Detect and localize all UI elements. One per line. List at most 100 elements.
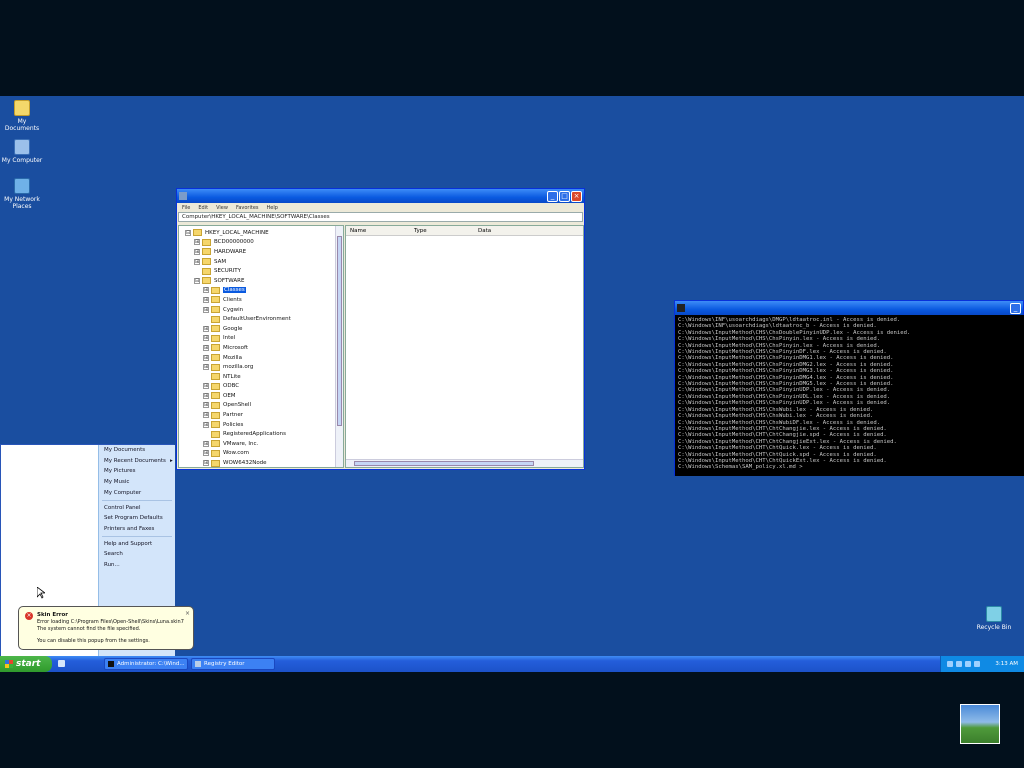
column-type[interactable]: Type <box>410 228 474 234</box>
balloon-line-2: The system cannot find the file specifie… <box>37 626 141 632</box>
taskbar-task-console[interactable]: Administrator: C:\Wind... <box>104 658 188 670</box>
tray-icon[interactable] <box>974 661 981 667</box>
tree-node[interactable]: ⊞ OEM <box>179 391 343 401</box>
quick-launch-icon[interactable] <box>58 660 65 667</box>
tree-expander-icon[interactable]: ⊞ <box>203 296 209 303</box>
desktop-icon-my-documents[interactable]: My Documents <box>0 100 44 132</box>
desktop-icon-my-computer[interactable]: My Computer <box>0 139 44 164</box>
start-item-recent-documents[interactable]: My Recent Documents ▸ <box>104 458 173 464</box>
tree-expander-icon[interactable]: ⊞ <box>194 258 200 265</box>
tree-node[interactable]: ⊞ Cygwin <box>179 305 343 315</box>
tree-node[interactable]: ⊞ BCD00000000 <box>179 238 343 248</box>
list-hscrollbar-thumb[interactable] <box>354 461 534 466</box>
start-item-control-panel[interactable]: Control Panel <box>104 505 140 511</box>
console-titlebar[interactable]: _ <box>675 301 1023 315</box>
start-button[interactable]: start <box>0 656 52 672</box>
tree-node[interactable]: ⊟ HKEY_LOCAL_MACHINE <box>179 228 343 238</box>
start-item-my-computer[interactable]: My Computer <box>104 490 141 496</box>
tree-node[interactable]: ⊞ Clients <box>179 295 343 305</box>
tree-expander-icon[interactable]: ⊞ <box>203 364 209 371</box>
balloon-close-icon[interactable]: × <box>185 610 190 617</box>
desktop-icon-network-places[interactable]: My Network Places <box>0 178 44 210</box>
tree-scrollbar[interactable] <box>335 226 343 467</box>
taskbar-task-regedit[interactable]: Registry Editor <box>191 658 275 670</box>
start-item-program-defaults[interactable]: Set Program Defaults <box>104 515 163 521</box>
tree-expander-icon[interactable]: ⊞ <box>203 392 209 399</box>
minimize-button[interactable]: _ <box>1010 302 1021 314</box>
list-hscrollbar[interactable] <box>346 459 583 467</box>
menu-edit[interactable]: Edit <box>198 205 208 211</box>
address-bar[interactable]: Computer\HKEY_LOCAL_MACHINE\SOFTWARE\Cla… <box>178 212 583 222</box>
tree-expander-icon[interactable]: ⊞ <box>203 450 209 457</box>
console-output[interactable]: C:\Windows\INF\usoarchdiags\DMGP\ldtaatr… <box>675 315 1024 476</box>
tray-icon[interactable] <box>947 661 954 667</box>
tree-expander-icon[interactable]: ⊞ <box>194 239 200 246</box>
tree-expander-icon[interactable]: ⊞ <box>203 402 209 409</box>
desktop-icon-recycle-bin[interactable]: Recycle Bin <box>972 606 1016 631</box>
tree-node[interactable]: ⊞ Classes <box>179 286 343 296</box>
tree-expander-icon[interactable]: ⊞ <box>203 412 209 419</box>
tree-expander-icon[interactable]: ⊞ <box>203 354 209 361</box>
column-data[interactable]: Data <box>474 228 574 234</box>
tree-scrollbar-thumb[interactable] <box>337 236 342 426</box>
menu-favorites[interactable]: Favorites <box>236 205 259 211</box>
column-name[interactable]: Name <box>346 228 410 234</box>
tree-expander-icon[interactable]: ⊞ <box>194 248 200 255</box>
tree-expander-icon[interactable]: ⊞ <box>203 460 209 467</box>
maximize-button[interactable]: □ <box>559 190 570 202</box>
tree-node[interactable]: DefaultUserEnvironment <box>179 314 343 324</box>
start-item-my-documents[interactable]: My Documents <box>104 447 145 453</box>
tree-node[interactable]: NTLite <box>179 372 343 382</box>
tree-expander-icon[interactable]: ⊞ <box>203 325 209 332</box>
start-item-search[interactable]: Search <box>104 551 123 557</box>
tree-node-label: Wow.com <box>223 450 249 457</box>
tree-node[interactable]: SECURITY <box>179 266 343 276</box>
tree-node[interactable]: ⊞ OpenShell <box>179 401 343 411</box>
registry-editor-window[interactable]: _ □ × File Edit View Favorites Help Comp… <box>176 188 585 470</box>
tree-node[interactable]: ⊞ VMware, Inc. <box>179 439 343 449</box>
start-item-run[interactable]: Run... <box>104 562 120 568</box>
tree-node[interactable]: ⊟ SOFTWARE <box>179 276 343 286</box>
tray-icon[interactable] <box>965 661 972 667</box>
minimize-button[interactable]: _ <box>547 190 558 202</box>
start-item-printers[interactable]: Printers and Faxes <box>104 526 154 532</box>
tree-expander-icon[interactable]: ⊞ <box>203 306 209 313</box>
menu-view[interactable]: View <box>216 205 228 211</box>
tree-expander-icon[interactable]: ⊞ <box>203 344 209 351</box>
tree-node[interactable]: ⊞ Partner <box>179 410 343 420</box>
tree-node[interactable]: ⊞ Microsoft <box>179 343 343 353</box>
close-button[interactable]: × <box>571 190 582 202</box>
start-item-my-music[interactable]: My Music <box>104 479 129 485</box>
tree-node[interactable]: ⊞ WOW6432Node <box>179 458 343 467</box>
tree-node[interactable]: ⊞ SAM <box>179 257 343 267</box>
tree-expander-icon[interactable]: ⊞ <box>203 440 209 447</box>
tree-expander-icon[interactable]: ⊞ <box>203 383 209 390</box>
tree-node[interactable]: RegisteredApplications <box>179 429 343 439</box>
start-item-my-pictures[interactable]: My Pictures <box>104 468 136 474</box>
start-item-help[interactable]: Help and Support <box>104 541 152 547</box>
desktop-icon-label: My Documents <box>4 118 40 132</box>
registry-tree[interactable]: ⊟ HKEY_LOCAL_MACHINE ⊞ BCD00000000 ⊞ HARDWARE… <box>178 225 344 468</box>
tree-node[interactable]: ⊞ Wow.com <box>179 449 343 459</box>
tree-node[interactable]: ⊞ ODBC <box>179 382 343 392</box>
tree-node[interactable]: ⊞ Google <box>179 324 343 334</box>
clock[interactable]: 3:13 AM <box>995 661 1018 667</box>
tree-expander-icon[interactable]: ⊟ <box>185 229 191 236</box>
tree-node[interactable]: ⊞ Policies <box>179 420 343 430</box>
tree-expander-icon[interactable]: ⊟ <box>194 277 200 284</box>
tree-node[interactable]: ⊞ Mozilla <box>179 353 343 363</box>
registry-editor-titlebar[interactable]: _ □ × <box>177 189 584 203</box>
tree-expander-icon[interactable]: ⊞ <box>203 287 209 294</box>
tray-icon[interactable] <box>956 661 963 667</box>
tree-node[interactable]: ⊞ mozilla.org <box>179 362 343 372</box>
tree-expander-icon[interactable]: ⊞ <box>203 421 209 428</box>
value-list[interactable]: Name Type Data <box>345 225 584 468</box>
skin-error-balloon[interactable]: × Skin Error × Error loading C:\Program … <box>18 606 194 650</box>
tree-node[interactable]: ⊞ Intel <box>179 334 343 344</box>
menu-file[interactable]: File <box>182 205 190 211</box>
tree-expander-icon[interactable]: ⊞ <box>203 335 209 342</box>
tree-node-label: OpenShell <box>223 402 252 409</box>
console-window[interactable]: _ C:\Windows\INF\usoarchdiags\DMGP\ldtaa… <box>674 300 1024 476</box>
tree-node[interactable]: ⊞ HARDWARE <box>179 247 343 257</box>
menu-help[interactable]: Help <box>267 205 278 211</box>
